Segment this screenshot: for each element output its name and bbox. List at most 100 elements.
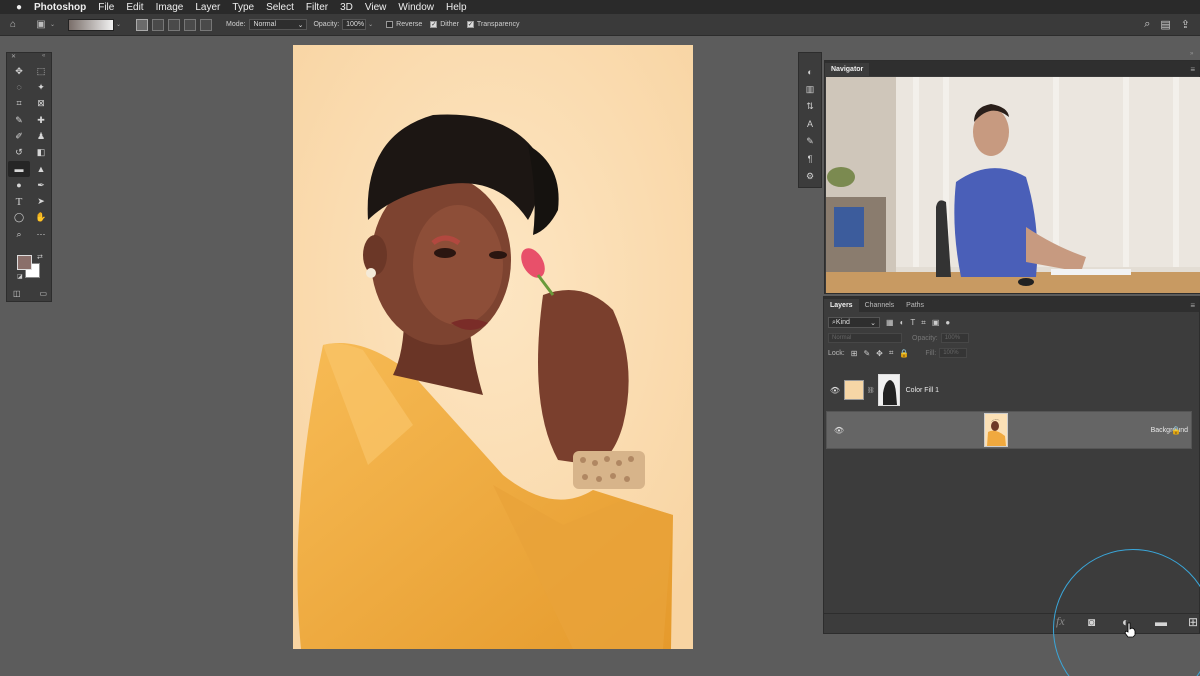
dodge-tool-icon[interactable]: ●	[8, 177, 30, 193]
pen-tool-icon[interactable]: ✒	[30, 177, 52, 193]
history-brush-tool-icon[interactable]: ↺	[8, 144, 30, 160]
menu-help[interactable]: Help	[446, 2, 467, 13]
type-filter-icon[interactable]: T	[910, 318, 915, 327]
menu-3d[interactable]: 3D	[340, 2, 353, 13]
workspace-icon[interactable]: ▤	[1160, 18, 1170, 31]
type-tool-icon[interactable]: T	[8, 193, 30, 209]
pixel-filter-icon[interactable]: ▦	[886, 318, 894, 327]
foreground-color-swatch[interactable]	[17, 255, 32, 270]
menu-edit[interactable]: Edit	[126, 2, 143, 13]
tab-navigator[interactable]: Navigator	[825, 63, 870, 76]
brush-tool-icon[interactable]: ✐	[8, 128, 30, 144]
adjustment-filter-icon[interactable]: ◐	[900, 318, 905, 327]
gradient-tool-preset-icon[interactable]: ▣	[34, 18, 48, 32]
collapse-tools-icon[interactable]: «	[42, 53, 45, 59]
blend-mode-select[interactable]: Normal	[828, 333, 902, 343]
filter-toggle-icon[interactable]: ●	[945, 318, 950, 327]
reflected-gradient-button[interactable]	[184, 18, 196, 31]
adjustments-panel-icon[interactable]: ⇅	[799, 98, 821, 116]
menu-view[interactable]: View	[365, 2, 387, 13]
menu-image[interactable]: Image	[156, 2, 184, 13]
lock-icon[interactable]: 🔒	[1171, 426, 1181, 435]
color-panel-icon[interactable]: ◐	[799, 63, 821, 81]
lock-artboard-icon[interactable]: ⌗	[889, 348, 894, 358]
gradient-preview[interactable]	[68, 18, 114, 31]
marquee-tool-icon[interactable]: ⬚	[30, 63, 52, 79]
menu-layer[interactable]: Layer	[195, 2, 220, 13]
diamond-gradient-button[interactable]	[200, 18, 212, 31]
smart-object-filter-icon[interactable]: ▣	[932, 318, 940, 327]
zoom-tool-icon[interactable]: ⌕	[8, 226, 30, 242]
filter-kind-select[interactable]: ⌕Kind ⌄	[828, 317, 880, 328]
apple-icon[interactable]: ●	[12, 2, 26, 13]
angle-gradient-button[interactable]	[168, 18, 180, 31]
more-tools-icon[interactable]: ⋯	[30, 226, 52, 242]
tab-layers[interactable]: Layers	[824, 299, 859, 312]
eye-icon[interactable]: 👁	[830, 426, 848, 435]
menu-type[interactable]: Type	[232, 2, 254, 13]
dither-checkbox[interactable]: ✓ Dither	[430, 21, 459, 28]
swap-colors-icon[interactable]: ⇄	[37, 253, 43, 261]
layer-row-background[interactable]: 👁 Background 🔒	[826, 411, 1192, 449]
brush-settings-panel-icon[interactable]: ✎	[799, 133, 821, 151]
histogram-panel-icon[interactable]: ▥	[799, 81, 821, 99]
path-selection-tool-icon[interactable]: ➤	[30, 193, 52, 209]
properties-panel-icon[interactable]: ⚙	[799, 168, 821, 186]
lasso-tool-icon[interactable]: ◌	[8, 79, 30, 95]
menu-select[interactable]: Select	[266, 2, 294, 13]
layer-mask-thumbnail[interactable]	[877, 374, 900, 406]
collapse-panels-icon[interactable]: »	[1190, 51, 1193, 57]
crop-tool-icon[interactable]: ⌗	[8, 96, 30, 112]
lock-image-icon[interactable]: ✎	[863, 349, 870, 358]
chevron-down-icon[interactable]: ⌄	[116, 21, 124, 28]
character-panel-icon[interactable]: A	[799, 116, 821, 134]
gradient-tool-icon[interactable]: ▬	[8, 160, 30, 178]
shape-filter-icon[interactable]: ⌗	[921, 318, 926, 328]
eyedropper-tool-icon[interactable]: ✎	[8, 112, 30, 128]
frame-tool-icon[interactable]: ⊠	[30, 96, 52, 112]
magic-wand-tool-icon[interactable]: ✦	[30, 79, 52, 95]
tab-paths[interactable]: Paths	[900, 299, 930, 312]
move-tool-icon[interactable]: ✥	[8, 63, 30, 79]
menu-window[interactable]: Window	[398, 2, 434, 13]
lock-all-icon[interactable]: 🔒	[899, 349, 909, 358]
lock-transparent-icon[interactable]: ⊞	[851, 349, 858, 358]
share-icon[interactable]: ⇪	[1181, 18, 1190, 31]
layer-opacity-field[interactable]: 100%	[940, 333, 969, 343]
eraser-tool-icon[interactable]: ◧	[30, 144, 52, 160]
lock-position-icon[interactable]: ✥	[876, 349, 883, 358]
radial-gradient-button[interactable]	[152, 18, 164, 31]
reverse-checkbox[interactable]: Reverse	[386, 21, 422, 28]
background-thumbnail[interactable]	[984, 413, 1009, 447]
layer-row-color-fill[interactable]: 👁 ⛓ Color Fill 1	[826, 371, 1192, 409]
color-fill-thumbnail[interactable]	[844, 380, 864, 400]
default-colors-icon[interactable]: ◪	[17, 273, 23, 280]
app-menu[interactable]: Photoshop	[34, 2, 86, 13]
fill-field[interactable]: 100%	[939, 348, 968, 358]
panel-menu-icon[interactable]: ≡	[1190, 65, 1195, 74]
link-icon[interactable]: ⛓	[867, 387, 875, 394]
panel-menu-icon[interactable]: ≡	[1190, 301, 1195, 310]
search-icon[interactable]: ⌕	[1144, 18, 1150, 31]
home-icon[interactable]: ⌂	[6, 18, 20, 32]
eye-icon[interactable]: 👁	[826, 386, 844, 395]
blur-tool-icon[interactable]: ▲	[30, 161, 52, 177]
ellipse-tool-icon[interactable]: ◯	[8, 210, 30, 226]
opacity-field[interactable]: 100%	[342, 19, 367, 30]
mode-select[interactable]: Normal ⌄	[249, 19, 308, 30]
paragraph-panel-icon[interactable]: ¶	[799, 151, 821, 169]
document-canvas[interactable]	[293, 45, 693, 649]
hand-tool-icon[interactable]: ✋	[30, 210, 52, 226]
chevron-down-icon[interactable]: ⌄	[368, 21, 376, 28]
tab-channels[interactable]: Channels	[859, 299, 901, 312]
transparency-checkbox[interactable]: ✓ Transparency	[466, 21, 519, 28]
menu-filter[interactable]: Filter	[306, 2, 328, 13]
clone-stamp-tool-icon[interactable]: ♟	[30, 128, 52, 144]
quick-mask-icon[interactable]: ◫	[13, 289, 21, 298]
healing-brush-tool-icon[interactable]: ✚	[30, 112, 52, 128]
menu-file[interactable]: File	[98, 2, 114, 13]
chevron-down-icon[interactable]: ⌄	[50, 21, 58, 28]
screen-mode-icon[interactable]: ▭	[39, 289, 47, 298]
linear-gradient-button[interactable]	[136, 18, 148, 31]
navigator-preview[interactable]	[826, 77, 1200, 293]
